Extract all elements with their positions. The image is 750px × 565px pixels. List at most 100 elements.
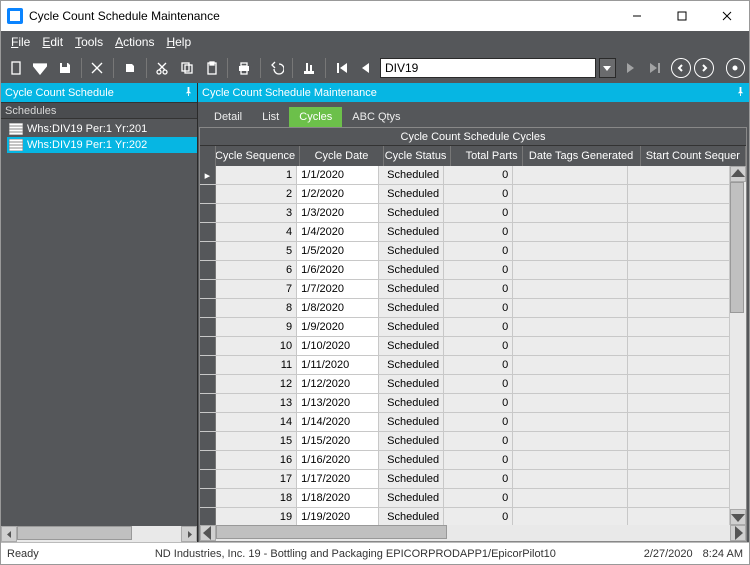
cell[interactable]: [513, 204, 627, 222]
row-handle[interactable]: [200, 204, 216, 222]
scroll-thumb[interactable]: [730, 182, 744, 313]
cell[interactable]: 0: [444, 204, 513, 222]
table-row[interactable]: 191/19/2020Scheduled0: [200, 508, 730, 525]
attach-button[interactable]: [119, 57, 141, 79]
close-button[interactable]: [704, 1, 749, 31]
cell[interactable]: 6: [216, 261, 297, 279]
row-handle[interactable]: [200, 185, 216, 203]
table-row[interactable]: 151/15/2020Scheduled0: [200, 432, 730, 451]
cell[interactable]: [513, 242, 627, 260]
cell[interactable]: 1/13/2020: [297, 394, 378, 412]
table-row[interactable]: 21/2/2020Scheduled0: [200, 185, 730, 204]
scroll-down-icon[interactable]: [730, 509, 746, 525]
cell[interactable]: Scheduled: [379, 394, 445, 412]
new-button[interactable]: [5, 57, 27, 79]
cell[interactable]: Scheduled: [379, 413, 445, 431]
row-handle[interactable]: [200, 318, 216, 336]
table-row[interactable]: 121/12/2020Scheduled0: [200, 375, 730, 394]
table-row[interactable]: 161/16/2020Scheduled0: [200, 451, 730, 470]
cell[interactable]: [628, 432, 730, 450]
menu-actions[interactable]: Actions: [111, 33, 158, 51]
cell[interactable]: 8: [216, 299, 297, 317]
table-row[interactable]: 171/17/2020Scheduled0: [200, 470, 730, 489]
row-handle[interactable]: [200, 337, 216, 355]
cell[interactable]: Scheduled: [379, 470, 445, 488]
scroll-right-icon[interactable]: [181, 526, 197, 542]
col-cycle-sequence[interactable]: Cycle Sequence: [216, 146, 300, 166]
col-cycle-status[interactable]: Cycle Status: [384, 146, 452, 166]
cell[interactable]: 5: [216, 242, 297, 260]
cell[interactable]: [628, 280, 730, 298]
cell[interactable]: Scheduled: [379, 337, 445, 355]
cell[interactable]: 17: [216, 470, 297, 488]
cell[interactable]: [513, 470, 627, 488]
nav-home-button[interactable]: [726, 58, 746, 78]
cell[interactable]: [628, 508, 730, 525]
table-row[interactable]: 101/10/2020Scheduled0: [200, 337, 730, 356]
table-row[interactable]: 71/7/2020Scheduled0: [200, 280, 730, 299]
copy-button[interactable]: [176, 57, 198, 79]
nav-forward-button[interactable]: [694, 58, 714, 78]
cell[interactable]: [513, 375, 627, 393]
first-button[interactable]: [331, 57, 353, 79]
cell[interactable]: 9: [216, 318, 297, 336]
cell[interactable]: Scheduled: [379, 508, 445, 525]
prev-button[interactable]: [355, 57, 377, 79]
scroll-thumb[interactable]: [216, 525, 447, 539]
cell[interactable]: 0: [444, 451, 513, 469]
cell[interactable]: 1/3/2020: [297, 204, 378, 222]
cell[interactable]: 1/7/2020: [297, 280, 378, 298]
cell[interactable]: 0: [444, 394, 513, 412]
scroll-thumb[interactable]: [17, 526, 132, 540]
cell[interactable]: 14: [216, 413, 297, 431]
cell[interactable]: 13: [216, 394, 297, 412]
cell[interactable]: [513, 261, 627, 279]
cell[interactable]: [628, 223, 730, 241]
cell[interactable]: Scheduled: [379, 185, 445, 203]
cell[interactable]: 1/8/2020: [297, 299, 378, 317]
cell[interactable]: Scheduled: [379, 318, 445, 336]
cell[interactable]: [628, 413, 730, 431]
scroll-up-icon[interactable]: [730, 166, 746, 182]
row-handle[interactable]: [200, 375, 216, 393]
cell[interactable]: 1/17/2020: [297, 470, 378, 488]
cell[interactable]: 0: [444, 470, 513, 488]
cell[interactable]: 1: [216, 166, 297, 184]
row-handle[interactable]: [200, 432, 216, 450]
cell[interactable]: Scheduled: [379, 356, 445, 374]
table-row[interactable]: 41/4/2020Scheduled0: [200, 223, 730, 242]
table-row[interactable]: 181/18/2020Scheduled0: [200, 489, 730, 508]
cell[interactable]: [628, 470, 730, 488]
cell[interactable]: [628, 185, 730, 203]
cell[interactable]: 0: [444, 318, 513, 336]
tab-cycles[interactable]: Cycles: [289, 107, 342, 127]
cell[interactable]: [628, 242, 730, 260]
cell[interactable]: 1/16/2020: [297, 451, 378, 469]
cell[interactable]: 1/6/2020: [297, 261, 378, 279]
cell[interactable]: 18: [216, 489, 297, 507]
row-handle[interactable]: [200, 356, 216, 374]
save-button[interactable]: [54, 57, 76, 79]
table-row[interactable]: ▸11/1/2020Scheduled0: [200, 166, 730, 185]
grid-hscroll[interactable]: [200, 525, 746, 541]
tools-button[interactable]: [298, 57, 320, 79]
cell[interactable]: 1/1/2020: [297, 166, 378, 184]
row-handle[interactable]: [200, 261, 216, 279]
cell[interactable]: 0: [444, 299, 513, 317]
cell[interactable]: Scheduled: [379, 223, 445, 241]
new-dropdown[interactable]: [30, 57, 52, 79]
scroll-left-icon[interactable]: [1, 526, 17, 542]
cell[interactable]: 2: [216, 185, 297, 203]
menu-edit[interactable]: Edit: [38, 33, 67, 51]
cell[interactable]: [513, 166, 627, 184]
row-handle[interactable]: [200, 451, 216, 469]
cell[interactable]: 15: [216, 432, 297, 450]
cell[interactable]: [628, 451, 730, 469]
nav-combo-dropdown[interactable]: [599, 58, 617, 78]
menu-tools[interactable]: Tools: [71, 33, 107, 51]
cell[interactable]: [513, 223, 627, 241]
cell[interactable]: 1/18/2020: [297, 489, 378, 507]
cell[interactable]: [628, 356, 730, 374]
tab-abc-qtys[interactable]: ABC Qtys: [342, 107, 410, 127]
cell[interactable]: [513, 489, 627, 507]
